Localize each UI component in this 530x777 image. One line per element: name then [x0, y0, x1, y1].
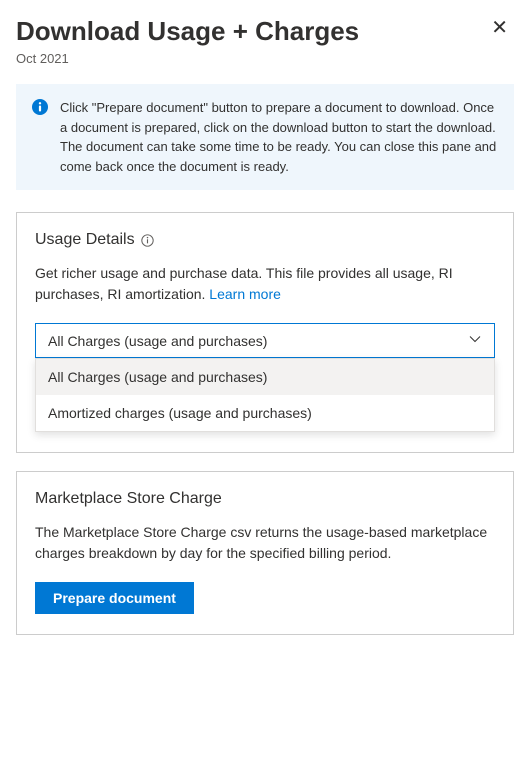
dropdown-option-all-charges[interactable]: All Charges (usage and purchases)	[36, 359, 494, 395]
marketplace-card: Marketplace Store Charge The Marketplace…	[16, 471, 514, 635]
page-subtitle: Oct 2021	[16, 51, 514, 66]
usage-details-card: Usage Details Get richer usage and purch…	[16, 212, 514, 453]
info-banner: Click "Prepare document" button to prepa…	[16, 84, 514, 190]
chevron-down-icon	[468, 332, 482, 349]
charges-dropdown: All Charges (usage and purchases) All Ch…	[35, 323, 495, 358]
charges-dropdown-trigger[interactable]: All Charges (usage and purchases)	[35, 323, 495, 358]
info-hint-icon[interactable]	[141, 234, 154, 247]
dropdown-option-amortized[interactable]: Amortized charges (usage and purchases)	[36, 395, 494, 431]
usage-details-title: Usage Details	[35, 231, 135, 249]
learn-more-link[interactable]: Learn more	[209, 286, 281, 302]
close-icon: ✕	[491, 17, 508, 39]
dropdown-selected-value: All Charges (usage and purchases)	[48, 333, 267, 349]
usage-details-description: Get richer usage and purchase data. This…	[35, 263, 495, 305]
info-text: Click "Prepare document" button to prepa…	[60, 98, 498, 176]
prepare-document-button[interactable]: Prepare document	[35, 582, 194, 614]
charges-dropdown-list: All Charges (usage and purchases) Amorti…	[35, 358, 495, 432]
info-icon	[32, 98, 48, 176]
page-title: Download Usage + Charges	[16, 16, 359, 47]
marketplace-title: Marketplace Store Charge	[35, 490, 222, 508]
close-button[interactable]: ✕	[485, 16, 514, 40]
marketplace-description: The Marketplace Store Charge csv returns…	[35, 522, 495, 564]
